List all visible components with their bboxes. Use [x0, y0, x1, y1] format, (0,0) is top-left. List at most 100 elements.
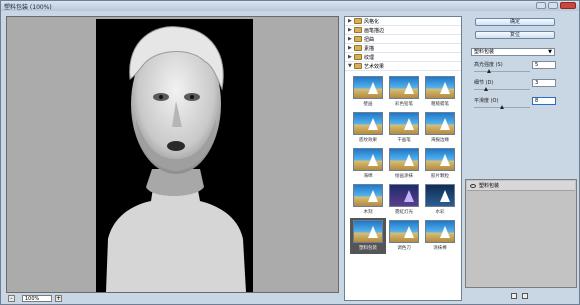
filter-thumb-fresco[interactable]: 壁画 — [350, 74, 386, 110]
filter-thumb-plastic-wrap[interactable]: 塑料包装 — [350, 218, 386, 254]
param-slider[interactable] — [474, 69, 530, 73]
expand-arrow-icon: ▶ — [348, 45, 352, 51]
slider-knob[interactable] — [487, 69, 491, 73]
filter-label: 水彩 — [435, 210, 445, 215]
filter-label: 霓虹灯光 — [395, 210, 413, 215]
category-label: 扭曲 — [364, 36, 375, 43]
filter-thumb-colored-pencil[interactable]: 彩色铅笔 — [386, 74, 422, 110]
filter-label: 粗糙蜡笔 — [431, 102, 449, 107]
filter-thumb-cutout[interactable]: 木刻 — [350, 182, 386, 218]
filter-thumb-neon-glow[interactable]: 霓虹灯光 — [386, 182, 422, 218]
plaster-bust-image — [106, 26, 246, 292]
expand-arrow-icon: ▶ — [348, 18, 352, 24]
filter-preview-image — [425, 148, 455, 171]
category-distort[interactable]: ▶ 扭曲 — [345, 35, 461, 44]
chevron-down-icon: ▼ — [548, 49, 552, 55]
param-highlight-strength: 高光强度 (S) 5 — [474, 61, 560, 81]
category-label: 素描 — [364, 45, 375, 52]
filter-list-panel: ▶ 风格化 ▶ 画笔描边 ▶ 扭曲 ▶ 素描 ▶ 纹理 ▼ 艺术效果 壁画 彩色铅笔 粗糙蜡… — [344, 16, 462, 301]
param-value-input[interactable]: 3 — [532, 79, 556, 87]
window-controls — [536, 2, 576, 9]
filter-thumb-watercolor[interactable]: 水彩 — [422, 182, 458, 218]
category-texture[interactable]: ▶ 纹理 — [345, 53, 461, 62]
new-effect-layer-icon[interactable] — [511, 293, 517, 299]
effect-layer-item[interactable]: 塑料包装 — [467, 181, 575, 191]
folder-icon — [354, 54, 362, 60]
filter-label: 调色刀 — [397, 246, 411, 251]
zoom-out-button[interactable]: - — [8, 295, 15, 302]
folder-icon — [354, 45, 362, 51]
filter-select[interactable]: 塑料包装 ▼ — [471, 48, 555, 56]
filter-preview-image — [353, 76, 383, 99]
param-label: 细节 (D) — [474, 80, 494, 86]
preview-image — [96, 19, 253, 292]
close-button[interactable] — [560, 2, 576, 9]
collapse-arrow-icon: ▼ — [348, 63, 352, 69]
param-detail: 细节 (D) 3 — [474, 79, 560, 99]
folder-icon — [354, 27, 362, 33]
zoom-bar: - 100% + — [6, 294, 339, 303]
param-value-input[interactable]: 5 — [532, 61, 556, 69]
title-bar[interactable]: 塑料包装 (100%) — [1, 1, 579, 11]
filter-preview-image — [425, 76, 455, 99]
maximize-button[interactable] — [548, 2, 558, 9]
filter-preview-image — [389, 112, 419, 135]
category-artistic[interactable]: ▼ 艺术效果 — [345, 62, 461, 71]
filter-label: 海报边缘 — [431, 138, 449, 143]
filter-preview-image — [353, 148, 383, 171]
filter-label: 海绵 — [363, 174, 373, 179]
folder-icon — [354, 36, 362, 42]
filter-preview-image — [425, 112, 455, 135]
minimize-button[interactable] — [536, 2, 546, 9]
filter-label: 彩色铅笔 — [395, 102, 413, 107]
param-slider[interactable] — [474, 87, 530, 91]
filter-thumb-smudge-stick[interactable]: 涂抹棒 — [422, 218, 458, 254]
layer-actions — [511, 293, 528, 299]
param-smoothness: 平滑度 (O) 8 — [474, 97, 560, 117]
category-label: 艺术效果 — [364, 63, 385, 70]
param-label: 高光强度 (S) — [474, 62, 503, 68]
ok-button[interactable]: 确定 — [475, 18, 555, 26]
preview-area[interactable] — [6, 16, 339, 293]
filter-preview-image — [389, 184, 419, 207]
filter-label: 干画笔 — [397, 138, 411, 143]
filter-thumb-dry-brush[interactable]: 干画笔 — [386, 110, 422, 146]
filter-thumb-paint-daubs[interactable]: 绘画涂抹 — [386, 146, 422, 182]
filter-label: 绘画涂抹 — [395, 174, 413, 179]
filter-thumb-poster-edges[interactable]: 海报边缘 — [422, 110, 458, 146]
effect-layer-label: 塑料包装 — [479, 183, 500, 189]
filter-label: 木刻 — [363, 210, 373, 215]
category-sketch[interactable]: ▶ 素描 — [345, 44, 461, 53]
param-slider[interactable] — [474, 105, 530, 109]
effect-layers-panel: 塑料包装 — [465, 179, 577, 288]
param-value-input[interactable]: 8 — [532, 97, 556, 105]
filter-label: 涂抹棒 — [433, 246, 447, 251]
category-label: 风格化 — [364, 18, 380, 25]
filter-preview-image — [425, 184, 455, 207]
filter-label: 底纹效果 — [359, 138, 377, 143]
expand-arrow-icon: ▶ — [348, 27, 352, 33]
category-brush-strokes[interactable]: ▶ 画笔描边 — [345, 26, 461, 35]
eye-icon[interactable] — [470, 183, 476, 188]
expand-arrow-icon: ▶ — [348, 36, 352, 42]
slider-knob[interactable] — [500, 105, 504, 109]
filter-thumb-sponge[interactable]: 海绵 — [350, 146, 386, 182]
filter-label: 胶片颗粒 — [431, 174, 449, 179]
filter-preview-image — [353, 184, 383, 207]
delete-effect-layer-icon[interactable] — [522, 293, 528, 299]
category-stylize[interactable]: ▶ 风格化 — [345, 17, 461, 26]
filter-preview-image — [389, 148, 419, 171]
param-label: 平滑度 (O) — [474, 98, 499, 104]
zoom-level-field[interactable]: 100% — [22, 295, 52, 302]
reset-button[interactable]: 复位 — [475, 31, 555, 39]
filter-preview-image — [425, 220, 455, 243]
filter-thumb-underpainting[interactable]: 底纹效果 — [350, 110, 386, 146]
zoom-in-button[interactable]: + — [55, 295, 62, 302]
category-label: 纹理 — [364, 54, 375, 61]
folder-icon — [354, 18, 362, 24]
filter-thumb-palette-knife[interactable]: 调色刀 — [386, 218, 422, 254]
filter-thumb-film-grain[interactable]: 胶片颗粒 — [422, 146, 458, 182]
filter-thumb-rough-pastels[interactable]: 粗糙蜡笔 — [422, 74, 458, 110]
slider-knob[interactable] — [484, 87, 488, 91]
artistic-filter-grid: 壁画 彩色铅笔 粗糙蜡笔 底纹效果 干画笔 海报边缘 海绵 绘画涂抹 胶片颗粒 … — [350, 74, 458, 254]
